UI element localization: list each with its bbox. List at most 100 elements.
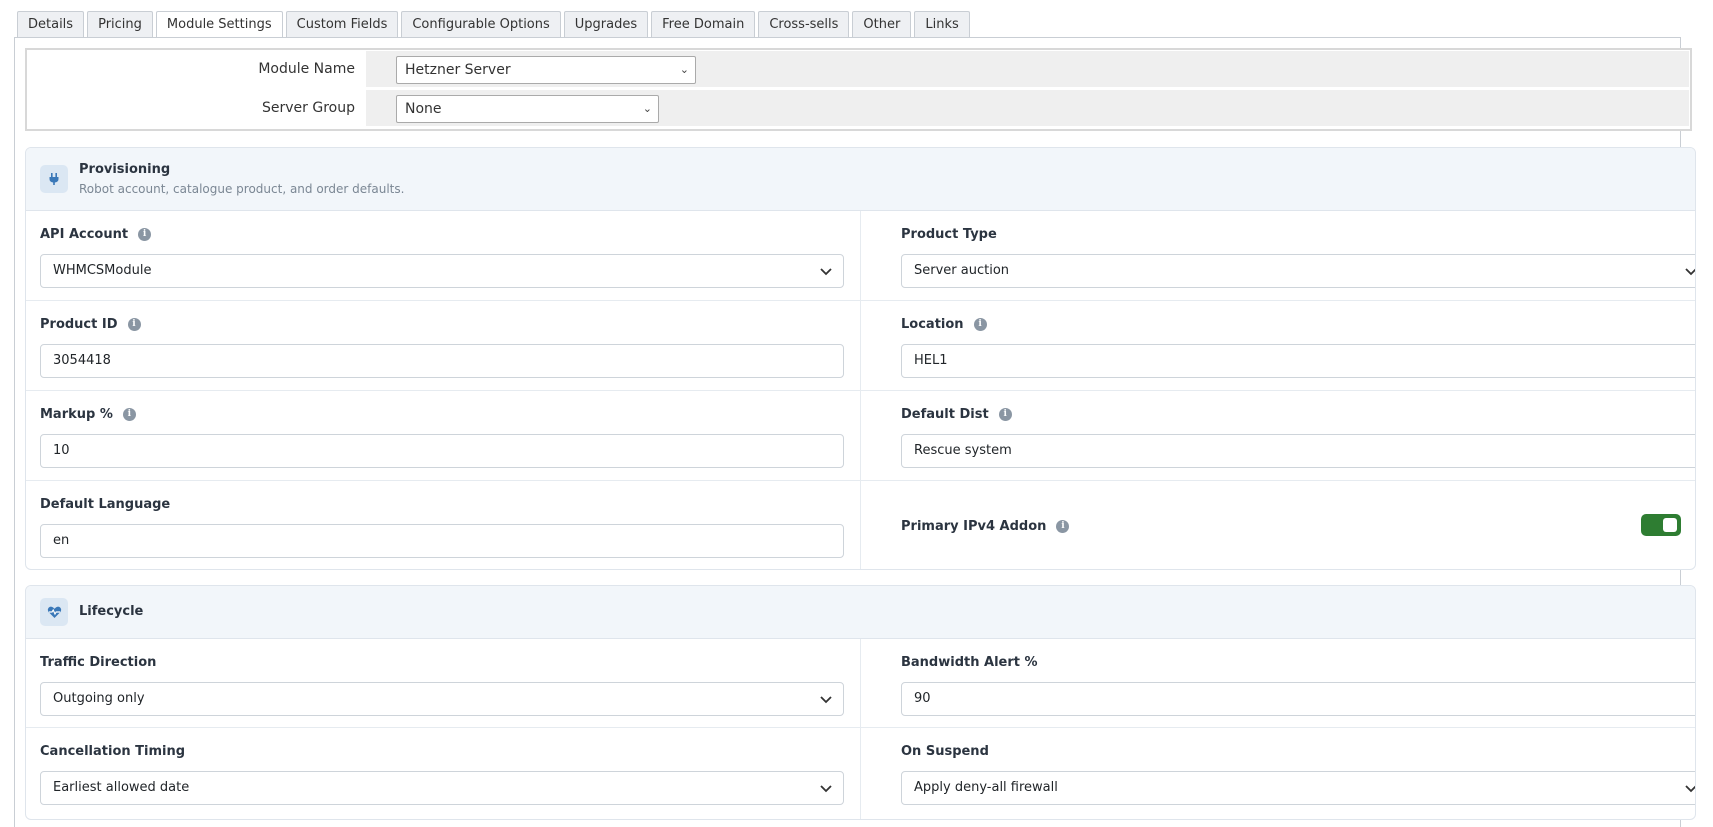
lifecycle-card: Lifecycle Traffic Direction Outgoing onl… — [25, 585, 1696, 820]
primary-ipv4-cell: Primary IPv4 Addon i — [861, 481, 1695, 569]
traffic-direction-label-row: Traffic Direction — [40, 655, 156, 670]
product-id-cell: Product ID i 3054418 — [26, 301, 861, 391]
markup-label-row: Markup % i — [40, 407, 136, 422]
default-language-label: Default Language — [40, 497, 171, 512]
server-group-row: Server Group None ⌄ — [27, 90, 1690, 128]
provisioning-card: Provisioning Robot account, catalogue pr… — [25, 147, 1696, 570]
bandwidth-alert-label-row: Bandwidth Alert % — [901, 655, 1038, 670]
tab-configurable-options[interactable]: Configurable Options — [401, 11, 561, 37]
chevron-down-icon: ⌄ — [642, 102, 652, 115]
module-settings-table: Module Name Hetzner Server ⌄ Server Grou… — [25, 48, 1692, 131]
server-group-value: None — [405, 101, 442, 117]
server-group-label: Server Group — [262, 100, 355, 116]
server-group-field-cell: None ⌄ — [366, 90, 1689, 126]
tab-free-domain[interactable]: Free Domain — [651, 11, 756, 37]
location-label: Location — [901, 317, 964, 332]
default-language-input[interactable]: en — [40, 524, 844, 558]
traffic-direction-label: Traffic Direction — [40, 655, 157, 670]
info-icon[interactable]: i — [138, 228, 152, 241]
tab-pricing[interactable]: Pricing — [87, 11, 153, 37]
provisioning-header: Provisioning Robot account, catalogue pr… — [26, 148, 1695, 211]
default-language-value: en — [53, 533, 70, 548]
tab-custom-fields[interactable]: Custom Fields — [285, 11, 399, 37]
chevron-down-icon — [1685, 268, 1695, 276]
chevron-down-icon — [1685, 785, 1695, 793]
info-icon[interactable]: i — [122, 408, 136, 421]
bandwidth-alert-value: 90 — [914, 691, 931, 706]
tab-cross-sells[interactable]: Cross-sells — [758, 11, 850, 37]
product-id-label: Product ID — [40, 317, 118, 332]
module-name-label: Module Name — [258, 61, 355, 77]
cancellation-timing-select[interactable]: Earliest allowed date — [40, 771, 844, 805]
module-name-value: Hetzner Server — [405, 62, 511, 78]
toggle-knob — [1663, 518, 1677, 532]
default-dist-label: Default Dist — [901, 407, 989, 422]
tab-upgrades[interactable]: Upgrades — [563, 11, 649, 37]
api-account-value: WHMCSModule — [53, 263, 152, 278]
cancellation-timing-cell: Cancellation Timing Earliest allowed dat… — [26, 728, 861, 819]
api-account-select[interactable]: WHMCSModule — [40, 254, 844, 288]
default-dist-cell: Default Dist i Rescue system — [861, 391, 1695, 481]
bandwidth-alert-cell: Bandwidth Alert % 90 — [861, 639, 1695, 728]
on-suspend-cell: On Suspend Apply deny-all firewall — [861, 728, 1695, 819]
on-suspend-select[interactable]: Apply deny-all firewall — [901, 771, 1695, 805]
default-language-cell: Default Language en — [26, 481, 861, 569]
provisioning-subtitle: Robot account, catalogue product, and or… — [79, 182, 405, 196]
bandwidth-alert-input[interactable]: 90 — [901, 682, 1695, 716]
location-input[interactable]: HEL1 — [901, 344, 1695, 378]
on-suspend-label: On Suspend — [901, 744, 989, 759]
cancellation-timing-value: Earliest allowed date — [53, 780, 190, 795]
api-account-label-row: API Account i — [40, 227, 152, 242]
traffic-direction-select[interactable]: Outgoing only — [40, 682, 844, 716]
heartbeat-icon — [40, 598, 68, 626]
chevron-down-icon — [820, 696, 832, 704]
primary-ipv4-label-row: Primary IPv4 Addon i — [901, 519, 1070, 534]
chevron-down-icon: ⌄ — [679, 63, 689, 76]
info-icon[interactable]: i — [998, 408, 1012, 421]
default-dist-value: Rescue system — [914, 443, 1012, 458]
traffic-direction-cell: Traffic Direction Outgoing only — [26, 639, 861, 728]
tab-details[interactable]: Details — [17, 11, 85, 37]
bandwidth-alert-label: Bandwidth Alert % — [901, 655, 1038, 670]
traffic-direction-value: Outgoing only — [53, 691, 145, 706]
cancellation-timing-label: Cancellation Timing — [40, 744, 186, 759]
plug-icon — [40, 165, 68, 193]
tab-module-settings[interactable]: Module Settings — [155, 11, 283, 38]
api-account-label: API Account — [40, 227, 129, 242]
location-cell: Location i HEL1 — [861, 301, 1695, 391]
tab-links[interactable]: Links — [914, 11, 970, 37]
chevron-down-icon — [820, 268, 832, 276]
default-language-label-row: Default Language — [40, 497, 170, 512]
module-name-row: Module Name Hetzner Server ⌄ — [27, 51, 1690, 89]
product-type-cell: Product Type Server auction — [861, 211, 1695, 301]
markup-input[interactable]: 10 — [40, 434, 844, 468]
location-label-row: Location i — [901, 317, 987, 332]
module-name-select[interactable]: Hetzner Server ⌄ — [396, 56, 696, 84]
location-value: HEL1 — [914, 353, 948, 368]
product-type-value: Server auction — [914, 263, 1010, 278]
info-icon[interactable]: i — [127, 318, 141, 331]
info-icon[interactable]: i — [1056, 520, 1070, 533]
api-account-cell: API Account i WHMCSModule — [26, 211, 861, 301]
provisioning-title: Provisioning — [79, 162, 171, 177]
product-type-label: Product Type — [901, 227, 997, 242]
product-id-input[interactable]: 3054418 — [40, 344, 844, 378]
tab-other[interactable]: Other — [852, 11, 912, 37]
lifecycle-header: Lifecycle — [26, 586, 1695, 639]
markup-value: 10 — [53, 443, 70, 458]
module-name-field-cell: Hetzner Server ⌄ — [366, 51, 1689, 87]
markup-label: Markup % — [40, 407, 113, 422]
default-dist-label-row: Default Dist i — [901, 407, 1012, 422]
on-suspend-value: Apply deny-all firewall — [914, 780, 1058, 795]
product-type-select[interactable]: Server auction — [901, 254, 1695, 288]
info-icon[interactable]: i — [973, 318, 987, 331]
tab-bar: Details Pricing Module Settings Custom F… — [17, 11, 970, 38]
default-dist-input[interactable]: Rescue system — [901, 434, 1695, 468]
primary-ipv4-toggle[interactable] — [1641, 514, 1681, 536]
server-group-select[interactable]: None ⌄ — [396, 95, 659, 123]
markup-cell: Markup % i 10 — [26, 391, 861, 481]
on-suspend-label-row: On Suspend — [901, 744, 989, 759]
chevron-down-icon — [820, 785, 832, 793]
primary-ipv4-label: Primary IPv4 Addon — [901, 519, 1047, 534]
product-id-value: 3054418 — [53, 353, 111, 368]
